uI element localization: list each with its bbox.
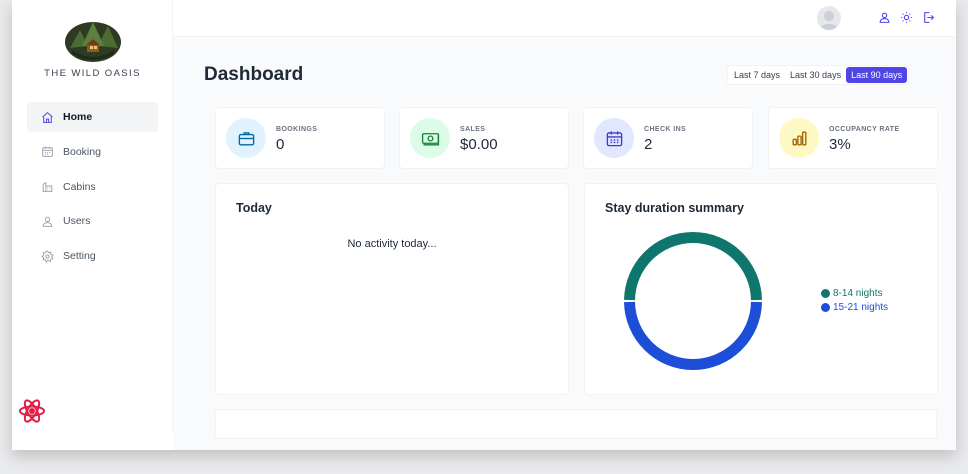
banknotes-icon [421, 132, 439, 146]
stat-icon-circle [410, 118, 450, 158]
sidebar-item-booking[interactable]: Booking [27, 137, 158, 167]
calendar-icon [42, 146, 53, 158]
stat-sales: SALES $0.00 [399, 107, 569, 169]
legend-item: 15-21 nights [821, 302, 888, 313]
sidebar-item-users[interactable]: Users [27, 206, 158, 236]
stat-icon-circle [594, 118, 634, 158]
today-title: Today [236, 201, 272, 215]
stat-label: SALES [460, 126, 486, 133]
avatar[interactable] [817, 6, 841, 30]
stat-label: OCCUPANCY RATE [829, 126, 900, 133]
stat-value: 2 [644, 136, 653, 153]
logout-icon[interactable] [922, 11, 935, 24]
legend-swatch [821, 303, 830, 312]
stat-label: BOOKINGS [276, 126, 318, 133]
sidebar-item-cabins[interactable]: Cabins [27, 172, 158, 202]
stat-label: CHECK INS [644, 126, 687, 133]
legend-item: 8-14 nights [821, 288, 888, 299]
donut-slice-15-21-nights[interactable] [624, 301, 762, 370]
top-header [173, 0, 956, 37]
stat-value: 3% [829, 136, 851, 153]
sidebar-item-label: Booking [63, 145, 101, 158]
stat-check-ins: CHECK INS 2 [583, 107, 753, 169]
home-icon [42, 111, 53, 123]
chart-legend: 8-14 nights 15-21 nights [821, 288, 888, 316]
avatar-placeholder-icon [819, 11, 839, 30]
donut-slice-8-14-nights[interactable] [624, 232, 762, 301]
brand-name: THE WILD OASIS [44, 68, 141, 79]
today-empty-message: No activity today... [347, 238, 437, 250]
chart-bar-icon [791, 130, 807, 146]
user-icon[interactable] [878, 11, 891, 24]
stat-icon-circle [226, 118, 266, 158]
sun-icon[interactable] [900, 11, 913, 24]
date-filter: Last 7 days Last 30 days Last 90 days [727, 65, 910, 85]
user-icon [42, 216, 53, 227]
main-content: Dashboard Last 7 days Last 30 days Last … [173, 37, 956, 450]
filter-last-7-days[interactable]: Last 7 days [729, 67, 785, 83]
duration-chart-panel: Stay duration summary 8-14 nights 15-21 n… [584, 183, 938, 395]
sidebar-item-label: Cabins [63, 180, 96, 193]
react-devtools-icon[interactable] [18, 398, 46, 424]
stat-occupancy-rate: OCCUPANCY RATE 3% [768, 107, 938, 169]
logo-icon [65, 22, 121, 62]
sidebar-item-home[interactable]: Home [27, 102, 158, 132]
legend-label: 8-14 nights [833, 288, 883, 299]
cabin-icon [42, 181, 53, 192]
sidebar-item-setting[interactable]: Setting [27, 241, 158, 271]
legend-label: 15-21 nights [833, 302, 889, 313]
bottom-panel [215, 409, 937, 439]
calendar-days-icon [606, 130, 622, 146]
filter-last-30-days[interactable]: Last 30 days [785, 67, 846, 83]
stat-bookings: BOOKINGS 0 [215, 107, 385, 169]
sidebar-nav: Home Booking Cabins Users Setting [27, 102, 158, 276]
page-title: Dashboard [204, 64, 304, 85]
stat-icon-circle [779, 118, 819, 158]
stat-value: $0.00 [460, 136, 498, 153]
sidebar: THE WILD OASIS Home Booking Cabins Users… [12, 0, 173, 430]
sidebar-item-label: Home [63, 111, 93, 123]
sidebar-item-label: Setting [63, 250, 96, 263]
gear-icon [41, 250, 54, 263]
filter-last-90-days[interactable]: Last 90 days [846, 67, 908, 83]
sidebar-item-label: Users [63, 215, 91, 228]
legend-swatch [821, 289, 830, 298]
today-panel: Today No activity today... [215, 183, 569, 395]
briefcase-icon [238, 131, 254, 146]
stat-value: 0 [276, 136, 285, 153]
app-window: THE WILD OASIS Home Booking Cabins Users… [12, 0, 956, 450]
